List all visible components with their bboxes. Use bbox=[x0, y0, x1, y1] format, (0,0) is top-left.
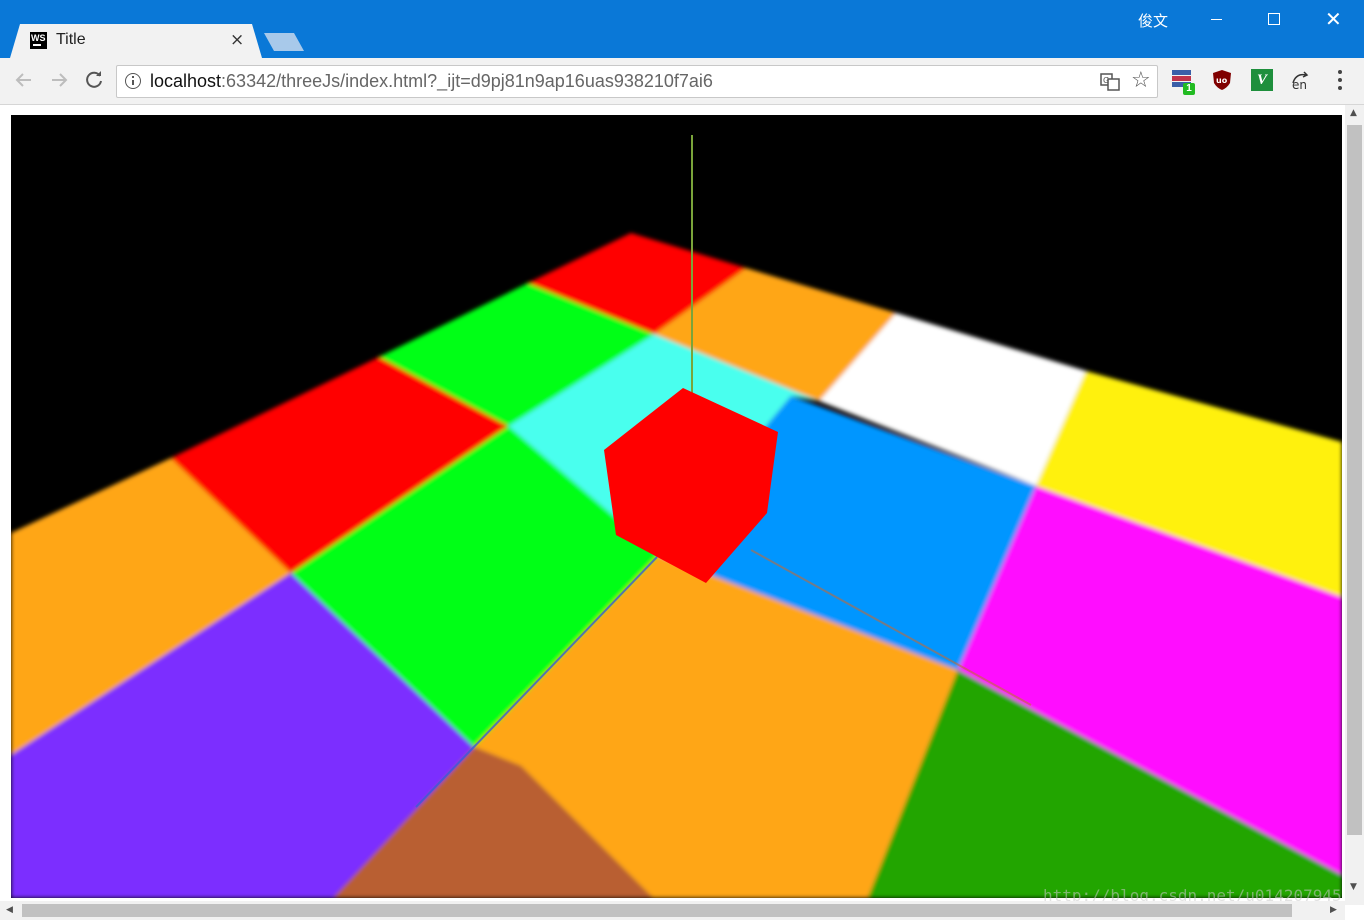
minimize-icon[interactable] bbox=[1211, 19, 1222, 20]
ublock-icon[interactable]: uo bbox=[1211, 69, 1233, 91]
scroll-up-arrow-icon[interactable]: ▲ bbox=[1350, 108, 1357, 118]
scene-svg bbox=[11, 135, 1342, 898]
scroll-down-arrow-icon[interactable]: ▼ bbox=[1350, 882, 1357, 892]
address-bar[interactable]: localhost:63342/threeJs/index.html?_ijt=… bbox=[116, 65, 1158, 98]
tab-title: Title bbox=[56, 31, 86, 48]
arrow-left-icon[interactable] bbox=[12, 68, 36, 92]
threejs-canvas[interactable] bbox=[11, 115, 1342, 898]
v-extension-icon[interactable]: V bbox=[1251, 69, 1273, 91]
scroll-left-arrow-icon[interactable]: ◀ bbox=[6, 905, 13, 915]
new-tab-button[interactable] bbox=[264, 33, 304, 51]
menu-kebab-icon[interactable] bbox=[1338, 70, 1342, 90]
translate-en-label: en bbox=[1292, 78, 1307, 92]
reload-icon[interactable] bbox=[82, 68, 106, 92]
svg-text:G: G bbox=[1103, 76, 1109, 85]
vertical-scroll-thumb[interactable] bbox=[1347, 125, 1362, 835]
webstorm-favicon-icon: WS bbox=[30, 32, 47, 49]
profile-name[interactable]: 俊文 bbox=[1138, 10, 1168, 31]
tab-active[interactable]: WS Title × bbox=[10, 24, 262, 58]
maximize-icon[interactable] bbox=[1268, 13, 1280, 25]
ublock-icon-text: uo bbox=[1216, 76, 1228, 85]
page-viewport: http://blog.csdn.net/u014207945 ▲ ▼ ◀ ▶ bbox=[0, 105, 1364, 920]
extension-badge: 1 bbox=[1183, 83, 1195, 95]
browser-toolbar: localhost:63342/threeJs/index.html?_ijt=… bbox=[0, 58, 1364, 105]
window-close-icon[interactable]: ✕ bbox=[1325, 7, 1342, 31]
star-icon[interactable]: ☆ bbox=[1131, 68, 1151, 93]
translate-en-icon[interactable]: en bbox=[1290, 69, 1312, 92]
horizontal-scrollbar[interactable]: ◀ ▶ bbox=[0, 901, 1345, 920]
tab-close-icon[interactable]: × bbox=[230, 30, 244, 50]
stack-extension-icon[interactable]: 1 bbox=[1171, 69, 1195, 95]
horizontal-scroll-thumb[interactable] bbox=[22, 904, 1292, 917]
scroll-right-arrow-icon[interactable]: ▶ bbox=[1330, 905, 1337, 915]
url-host: localhost bbox=[150, 71, 222, 91]
info-icon[interactable] bbox=[125, 73, 141, 89]
url-text[interactable]: localhost:63342/threeJs/index.html?_ijt=… bbox=[150, 71, 713, 92]
browser-titlebar: WS Title × 俊文 ✕ bbox=[0, 0, 1364, 58]
translate-icon[interactable]: G bbox=[1100, 72, 1120, 92]
arrow-right-icon[interactable] bbox=[47, 68, 71, 92]
vertical-scrollbar[interactable]: ▲ ▼ bbox=[1345, 105, 1364, 905]
url-path: :63342/threeJs/index.html?_ijt=d9pj81n9a… bbox=[221, 71, 713, 91]
